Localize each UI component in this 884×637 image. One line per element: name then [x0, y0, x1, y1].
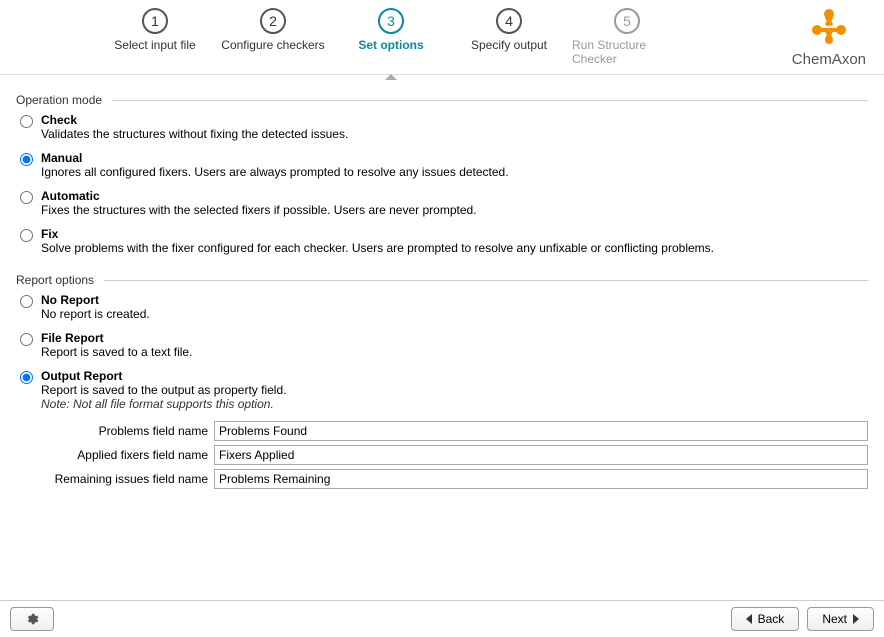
radio-manual[interactable]: Manual Ignores all configured fixers. Us…	[20, 151, 868, 179]
button-label: Next	[822, 612, 847, 626]
radio-desc: No report is created.	[41, 307, 150, 321]
step-number: 5	[614, 8, 640, 34]
divider	[112, 100, 868, 101]
radio-check[interactable]: Check Validates the structures without f…	[20, 113, 868, 141]
radio-no-report[interactable]: No Report No report is created.	[20, 293, 868, 321]
step-number: 3	[378, 8, 404, 34]
radio-manual-input[interactable]	[20, 153, 33, 166]
field-remaining-issues: Remaining issues field name	[16, 469, 868, 489]
step-number: 4	[496, 8, 522, 34]
radio-title: Manual	[41, 151, 509, 165]
chemaxon-logo-icon	[807, 6, 851, 46]
radio-title: Output Report	[41, 369, 286, 383]
applied-fixers-field-input[interactable]	[214, 445, 868, 465]
back-button[interactable]: Back	[731, 607, 800, 631]
problems-field-input[interactable]	[214, 421, 868, 441]
radio-output-report-input[interactable]	[20, 371, 33, 384]
step-2[interactable]: 2 Configure checkers	[218, 8, 328, 66]
content-area: Operation mode Check Validates the struc…	[0, 75, 884, 503]
radio-fix-input[interactable]	[20, 229, 33, 242]
field-applied-fixers: Applied fixers field name	[16, 445, 868, 465]
step-label: Select input file	[114, 38, 195, 52]
field-label: Applied fixers field name	[16, 448, 214, 462]
wizard-header: 1 Select input file 2 Configure checkers…	[0, 0, 884, 75]
step-5[interactable]: 5 Run Structure Checker	[572, 8, 682, 66]
button-label: Back	[758, 612, 785, 626]
arrow-left-icon	[746, 614, 752, 624]
section-operation-mode: Operation mode	[16, 93, 868, 107]
step-number: 1	[142, 8, 168, 34]
section-label: Operation mode	[16, 93, 102, 107]
footer: Back Next	[0, 600, 884, 637]
radio-desc: Fixes the structures with the selected f…	[41, 203, 477, 217]
brand: ChemAxon	[792, 6, 866, 68]
section-report-options: Report options	[16, 273, 868, 287]
radio-desc: Report is saved to a text file.	[41, 345, 192, 359]
radio-title: File Report	[41, 331, 192, 345]
radio-title: Check	[41, 113, 348, 127]
step-number: 2	[260, 8, 286, 34]
radio-desc: Ignores all configured fixers. Users are…	[41, 165, 509, 179]
step-1[interactable]: 1 Select input file	[100, 8, 210, 66]
radio-file-report[interactable]: File Report Report is saved to a text fi…	[20, 331, 868, 359]
settings-button[interactable]	[10, 607, 54, 631]
radio-fix[interactable]: Fix Solve problems with the fixer config…	[20, 227, 868, 255]
radio-automatic[interactable]: Automatic Fixes the structures with the …	[20, 189, 868, 217]
radio-check-input[interactable]	[20, 115, 33, 128]
radio-desc: Validates the structures without fixing …	[41, 127, 348, 141]
radio-title: Automatic	[41, 189, 477, 203]
brand-name: ChemAxon	[792, 51, 866, 68]
next-button[interactable]: Next	[807, 607, 874, 631]
radio-automatic-input[interactable]	[20, 191, 33, 204]
field-label: Remaining issues field name	[16, 472, 214, 486]
nav-buttons: Back Next	[731, 607, 874, 631]
radio-desc: Solve problems with the fixer configured…	[41, 241, 714, 255]
radio-title: Fix	[41, 227, 714, 241]
wizard-steps: 1 Select input file 2 Configure checkers…	[100, 8, 682, 66]
radio-title: No Report	[41, 293, 150, 307]
divider	[104, 280, 868, 281]
step-4[interactable]: 4 Specify output	[454, 8, 564, 66]
radio-file-report-input[interactable]	[20, 333, 33, 346]
field-problems: Problems field name	[16, 421, 868, 441]
output-report-fields: Problems field name Applied fixers field…	[16, 421, 868, 489]
gear-icon	[25, 612, 39, 626]
step-3[interactable]: 3 Set options	[336, 8, 446, 66]
step-label: Configure checkers	[221, 38, 324, 52]
radio-note: Note: Not all file format supports this …	[41, 397, 286, 411]
arrow-right-icon	[853, 614, 859, 624]
radio-output-report[interactable]: Output Report Report is saved to the out…	[20, 369, 868, 411]
step-label: Run Structure Checker	[572, 38, 682, 66]
radio-no-report-input[interactable]	[20, 295, 33, 308]
step-label: Set options	[358, 38, 423, 52]
section-label: Report options	[16, 273, 94, 287]
remaining-issues-field-input[interactable]	[214, 469, 868, 489]
radio-desc: Report is saved to the output as propert…	[41, 383, 286, 397]
step-label: Specify output	[471, 38, 547, 52]
field-label: Problems field name	[16, 424, 214, 438]
